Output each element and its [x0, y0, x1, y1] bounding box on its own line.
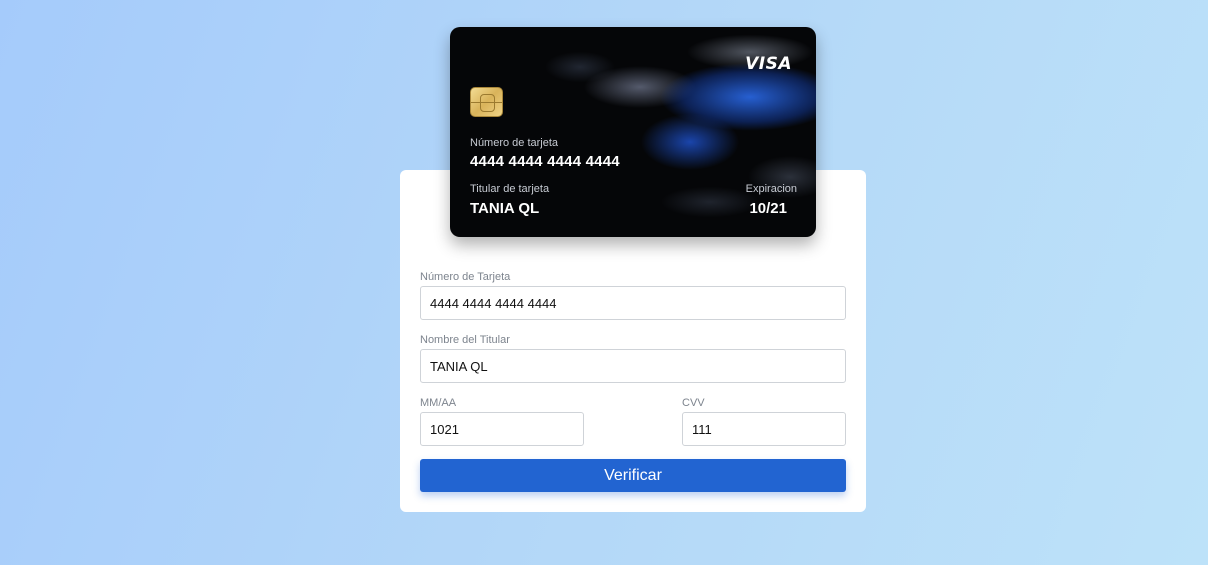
expiry-input[interactable]: [420, 412, 584, 446]
cvv-input[interactable]: [682, 412, 846, 446]
holder-name-input[interactable]: [420, 349, 846, 383]
expiry-field-label: MM/AA: [420, 397, 457, 409]
card-number-label: Número de tarjeta: [470, 137, 559, 149]
card-holder-label: Titular de tarjeta: [470, 183, 550, 195]
card-number-display: 4444 4444 4444 4444: [470, 153, 620, 170]
card-expiry-display: 10/21: [749, 200, 787, 217]
card-number-field-label: Número de Tarjeta: [420, 271, 511, 283]
card-number-input[interactable]: [420, 286, 846, 320]
card-expiry-label: Expiracion: [745, 183, 797, 195]
verify-button[interactable]: Verificar: [420, 459, 846, 492]
cvv-field-label: CVV: [682, 397, 705, 409]
holder-name-field-label: Nombre del Titular: [420, 334, 510, 346]
visa-logo: VISA: [745, 54, 792, 74]
card-holder-display: TANIA QL: [470, 200, 540, 217]
card-chip-icon: [470, 87, 503, 117]
credit-card-preview: VISA Número de tarjeta 4444 4444 4444 44…: [450, 27, 816, 237]
